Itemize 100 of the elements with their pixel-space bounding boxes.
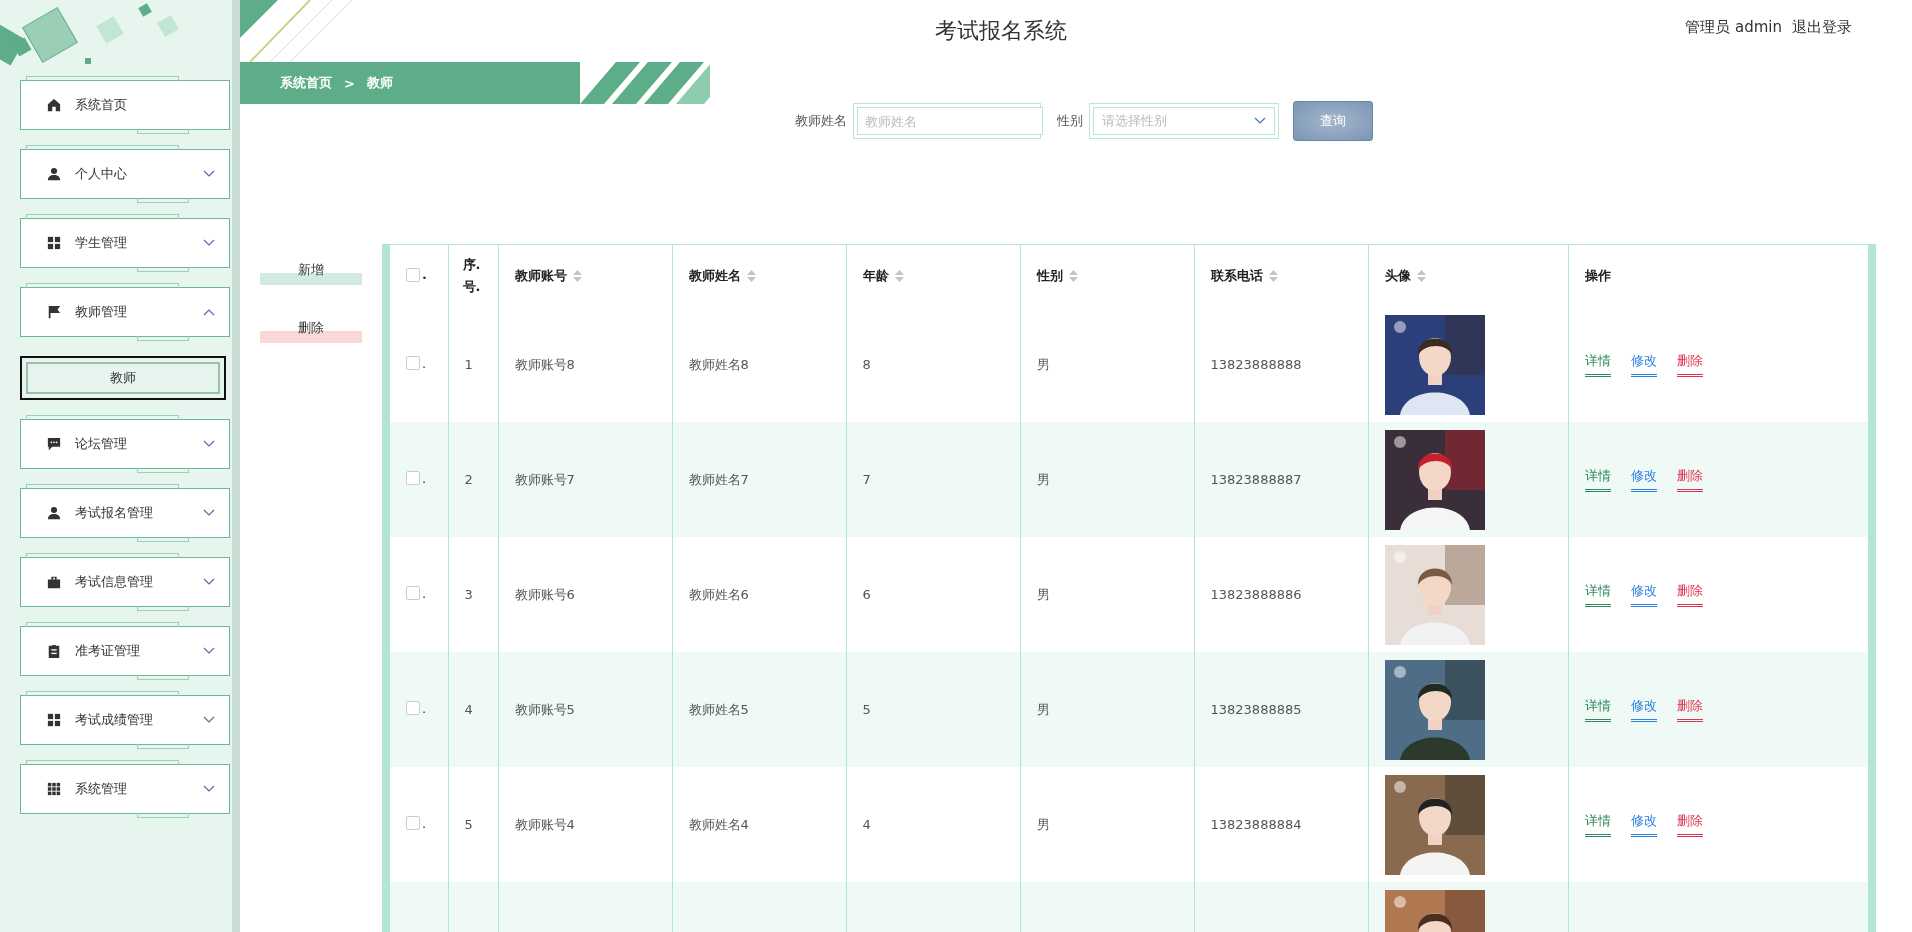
table-cell: 13823888885 (1210, 702, 1302, 717)
sort-icon[interactable] (572, 270, 582, 282)
sort-icon[interactable] (1068, 270, 1078, 282)
column-header: 操作 (1584, 267, 1611, 285)
checkbox-dot: . (422, 355, 427, 371)
table-cell: 男 (1036, 816, 1050, 832)
table-cell: 5 (862, 702, 871, 717)
edit-link[interactable]: 修改 (1630, 697, 1657, 722)
flag-icon (47, 305, 61, 319)
table-cell: 男 (1036, 701, 1050, 717)
table-cell: 1 (464, 357, 473, 372)
breadcrumb-separator: > (344, 75, 355, 91)
edit-link[interactable]: 修改 (1630, 467, 1657, 492)
sort-icon[interactable] (746, 270, 756, 282)
table-cell: 13823888884 (1210, 817, 1302, 832)
user-name: 管理员 admin (1685, 18, 1782, 37)
person-icon (47, 167, 61, 181)
breadcrumb-current: 教师 (366, 74, 393, 92)
table-cell: 4 (862, 817, 871, 832)
chevron-down-icon (203, 647, 215, 655)
table-cell: 13823888886 (1210, 587, 1302, 602)
chevron-down-icon (203, 578, 215, 586)
column-header: 教师姓名 (688, 267, 741, 285)
detail-link[interactable]: 详情 (1584, 582, 1611, 607)
chevron-down-icon (203, 440, 215, 448)
table-cell: 2 (464, 472, 473, 487)
chevron-up-icon (203, 308, 215, 316)
sort-icon[interactable] (1416, 270, 1426, 282)
column-header: 教师账号 (514, 267, 567, 285)
field-label: 性别 (1057, 112, 1083, 130)
table-cell: 7 (862, 472, 871, 487)
table-cell: 教师姓名5 (688, 701, 749, 717)
detail-link[interactable]: 详情 (1584, 812, 1611, 837)
edit-link[interactable]: 修改 (1630, 812, 1657, 837)
checkbox-dot: . (422, 470, 427, 486)
table-cell: 13823888888 (1210, 357, 1302, 372)
table-cell: 教师姓名7 (688, 471, 749, 487)
table-cell: 4 (464, 702, 473, 717)
table-cell: 8 (862, 357, 871, 372)
table-cell: 教师姓名6 (688, 586, 749, 602)
chevron-down-icon (1254, 117, 1266, 125)
chevron-down-icon (203, 170, 215, 178)
breadcrumb-link[interactable]: 系统首页 (280, 74, 332, 92)
table-cell: 男 (1036, 471, 1050, 487)
chevron-down-icon (203, 239, 215, 247)
chevron-down-icon (203, 509, 215, 517)
logout-link[interactable]: 退出登录 (1792, 18, 1852, 37)
checkbox-dot: . (422, 267, 427, 283)
home-icon (47, 98, 61, 112)
delete-link[interactable]: 删除 (1676, 467, 1703, 492)
checkbox[interactable] (406, 356, 420, 371)
column-header: 序.号. (461, 255, 482, 296)
field-label: 教师姓名 (795, 112, 847, 130)
checkbox[interactable] (406, 701, 420, 716)
submenu-item[interactable]: 教师 (20, 356, 226, 400)
table-cell: 教师姓名8 (688, 356, 749, 372)
table-cell: 13823888887 (1210, 472, 1302, 487)
detail-link[interactable]: 详情 (1584, 467, 1611, 492)
column-header: 头像 (1384, 267, 1411, 285)
person-icon (47, 506, 61, 520)
column-header: 性别 (1036, 267, 1063, 285)
grid-icon (47, 713, 61, 727)
table-cell: 教师账号7 (514, 471, 575, 487)
table-cell: 教师账号8 (514, 356, 575, 372)
checkbox[interactable] (406, 816, 420, 831)
table-cell: 3 (464, 587, 473, 602)
detail-link[interactable]: 详情 (1584, 352, 1611, 377)
table-cell: 5 (464, 817, 473, 832)
table-cell: 男 (1036, 356, 1050, 372)
sort-icon[interactable] (1268, 270, 1278, 282)
checkbox[interactable] (406, 267, 420, 282)
table-cell: 6 (862, 587, 871, 602)
sort-icon[interactable] (894, 270, 904, 282)
app-title: 考试报名系统 (935, 17, 1067, 45)
table-cell: 教师账号5 (514, 701, 575, 717)
briefcase-icon (47, 575, 61, 589)
edit-link[interactable]: 修改 (1630, 352, 1657, 377)
delete-link[interactable]: 删除 (1676, 582, 1703, 607)
table-cell: 教师姓名4 (688, 816, 749, 832)
search-field[interactable]: 教师姓名 (853, 103, 1041, 139)
checkbox[interactable] (406, 586, 420, 601)
clipboard-icon (47, 644, 61, 658)
checkbox[interactable] (406, 471, 420, 486)
apps-icon (47, 782, 61, 796)
table-cell: 教师账号6 (514, 586, 575, 602)
table-cell: 男 (1036, 586, 1050, 602)
chevron-down-icon (203, 716, 215, 724)
checkbox-dot: . (422, 700, 427, 716)
detail-link[interactable]: 详情 (1584, 697, 1611, 722)
delete-link[interactable]: 删除 (1676, 812, 1703, 837)
delete-link[interactable]: 删除 (1676, 352, 1703, 377)
column-header: 联系电话 (1210, 267, 1263, 285)
checkbox-dot: . (422, 815, 427, 831)
column-header: 年龄 (862, 267, 889, 285)
edit-link[interactable]: 修改 (1630, 582, 1657, 607)
chat-icon (47, 437, 61, 451)
delete-link[interactable]: 删除 (1676, 697, 1703, 722)
checkbox-dot: . (422, 585, 427, 601)
table-cell: 教师账号4 (514, 816, 575, 832)
chevron-down-icon (203, 785, 215, 793)
